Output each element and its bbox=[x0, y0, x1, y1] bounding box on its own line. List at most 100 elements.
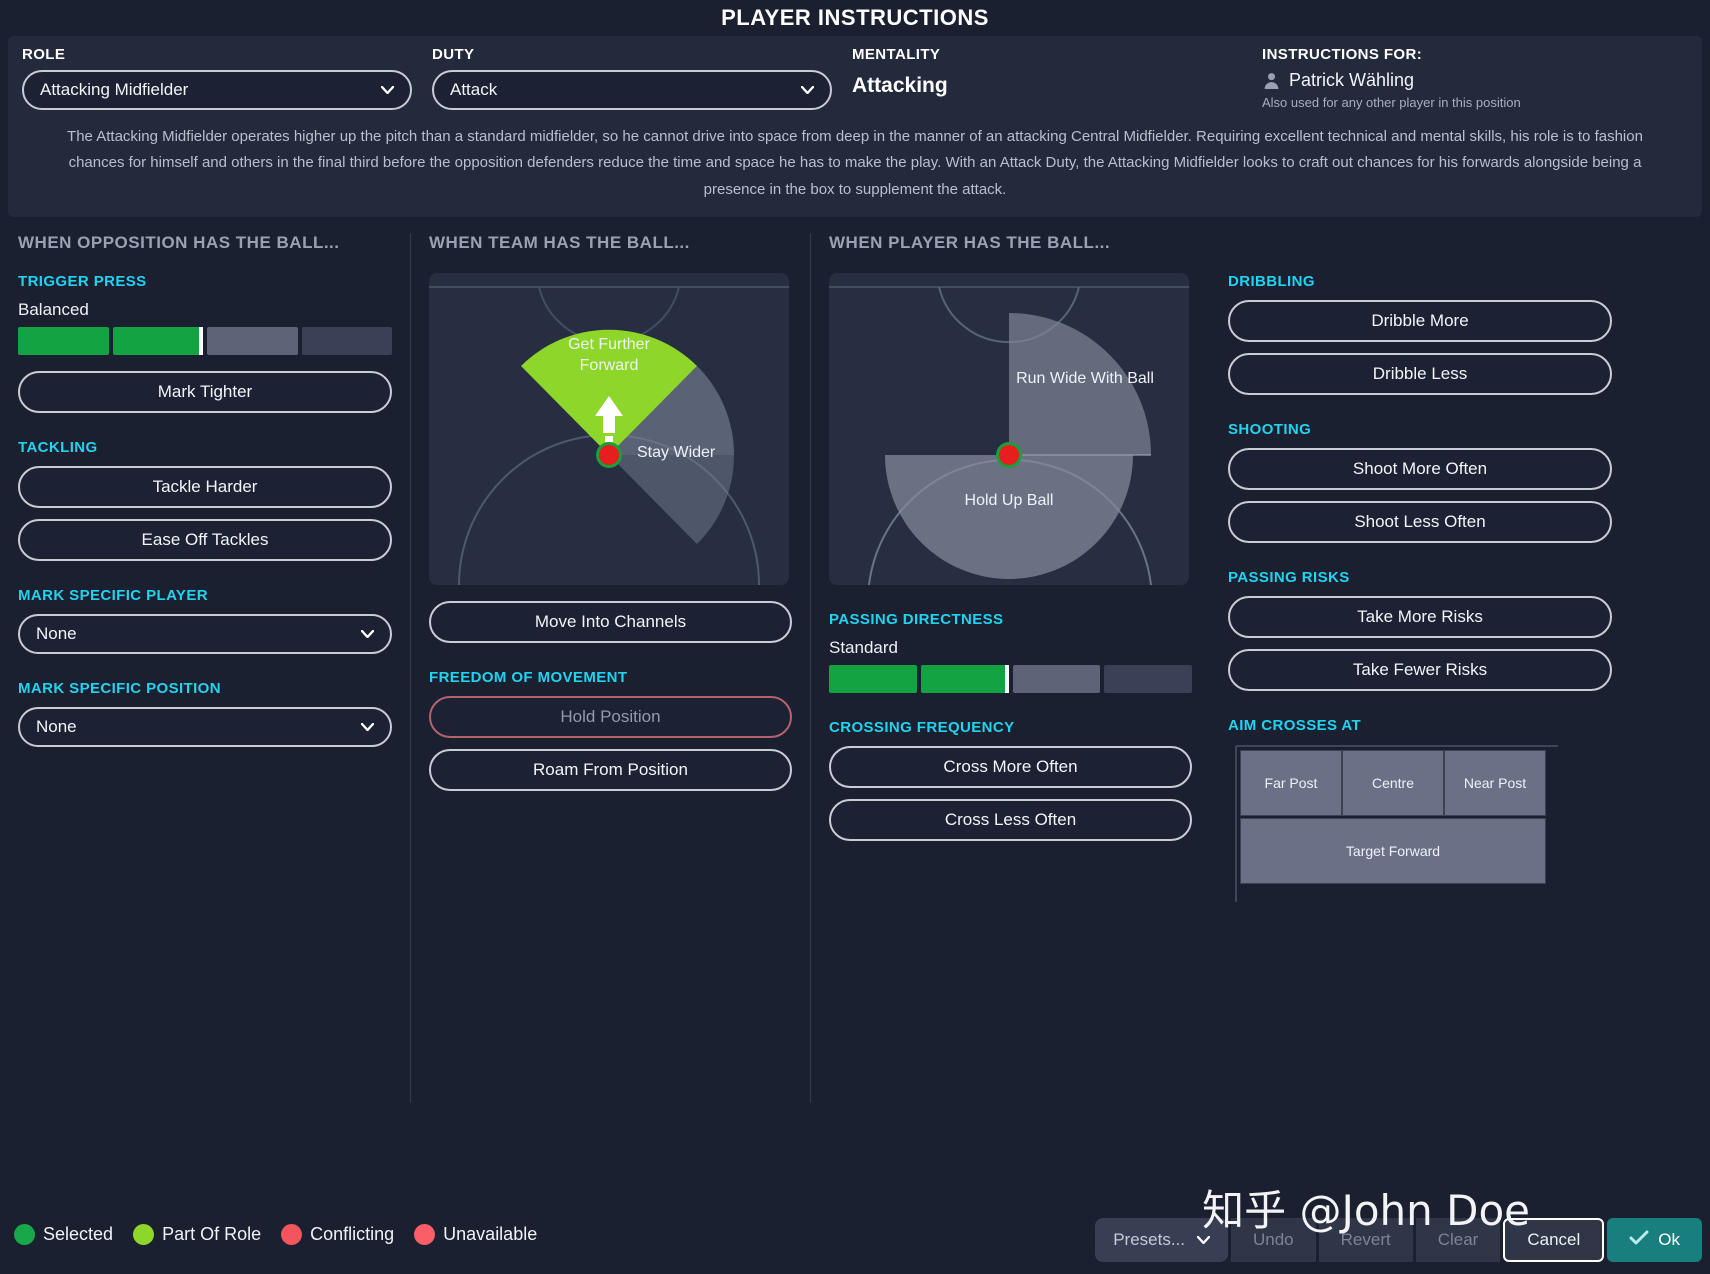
mark-specific-position-value: None bbox=[36, 716, 77, 736]
aim-crosses-goal-widget[interactable]: Far Post Centre Near Post Target Forward bbox=[1228, 744, 1558, 904]
mentality-field: MENTALITY Attacking bbox=[852, 46, 1242, 98]
legend-dot-selected bbox=[14, 1224, 35, 1245]
chevron-down-icon bbox=[1197, 1236, 1210, 1244]
ease-off-tackles-button[interactable]: Ease Off Tackles bbox=[18, 518, 392, 561]
crossing-frequency-label: CROSSING FREQUENCY bbox=[829, 718, 1015, 736]
slider-marker bbox=[1004, 664, 1009, 693]
check-icon bbox=[1629, 1230, 1649, 1251]
mark-specific-player-label: MARK SPECIFIC PLAYER bbox=[18, 586, 208, 604]
trigger-press-label: TRIGGER PRESS bbox=[18, 272, 147, 290]
duty-field: DUTY Attack bbox=[432, 46, 832, 110]
person-icon bbox=[1262, 71, 1281, 90]
column-heading-opposition: WHEN OPPOSITION HAS THE BALL... bbox=[18, 232, 340, 252]
mark-specific-position-dropdown[interactable]: None bbox=[18, 706, 392, 747]
shoot-more-often-button[interactable]: Shoot More Often bbox=[1228, 447, 1612, 490]
tackle-harder-button[interactable]: Tackle Harder bbox=[18, 465, 392, 508]
legend-label-part-of-role: Part Of Role bbox=[162, 1224, 262, 1244]
segment[interactable] bbox=[301, 326, 392, 355]
action-buttons: Presets... Undo Revert Clear Cancel Ok bbox=[1092, 1218, 1702, 1262]
chevron-down-icon bbox=[381, 86, 394, 94]
mentality-caption: MENTALITY bbox=[852, 46, 941, 63]
player-ball-pitch[interactable]: Run Wide With Ball Hold Up Ball bbox=[829, 272, 1189, 585]
segment[interactable] bbox=[829, 664, 917, 693]
segment[interactable] bbox=[112, 326, 203, 355]
role-description: The Attacking Midfielder operates higher… bbox=[67, 128, 1643, 198]
instructions-columns: WHEN OPPOSITION HAS THE BALL... TRIGGER … bbox=[0, 232, 1710, 1103]
legend-dot-part-of-role bbox=[133, 1224, 155, 1245]
dribble-less-button[interactable]: Dribble Less bbox=[1228, 352, 1612, 395]
legend-label-selected: Selected bbox=[43, 1224, 114, 1244]
goal-grid-top-row: Far Post Centre Near Post bbox=[1240, 749, 1546, 816]
footer-bar: Selected Part Of Role Conflicting Unavai… bbox=[0, 1186, 1710, 1274]
move-into-channels-button[interactable]: Move Into Channels bbox=[429, 600, 792, 643]
team-movement-pitch[interactable]: Get Further Forward Stay Wider bbox=[429, 272, 789, 585]
trigger-press-value: Balanced bbox=[18, 299, 89, 319]
page-title: PLAYER INSTRUCTIONS bbox=[721, 5, 989, 30]
undo-button[interactable]: Undo bbox=[1231, 1218, 1316, 1262]
column-heading-player: WHEN PLAYER HAS THE BALL... bbox=[829, 232, 1111, 252]
role-dropdown[interactable]: Attacking Midfielder bbox=[22, 70, 412, 110]
column-opposition: WHEN OPPOSITION HAS THE BALL... TRIGGER … bbox=[0, 233, 410, 1103]
passing-directness-value: Standard bbox=[829, 637, 898, 657]
slider-marker bbox=[199, 326, 203, 355]
passing-directness-label: PASSING DIRECTNESS bbox=[829, 610, 1004, 628]
legend-dot-unavailable bbox=[414, 1224, 436, 1245]
role-summary-panel: ROLE Attacking Midfielder DUTY Attack ME… bbox=[8, 36, 1702, 217]
ok-label: Ok bbox=[1658, 1230, 1680, 1249]
mark-tighter-button[interactable]: Mark Tighter bbox=[18, 370, 392, 413]
segment[interactable] bbox=[920, 664, 1009, 693]
segment[interactable] bbox=[1104, 664, 1192, 693]
column-team: WHEN TEAM HAS THE BALL... Get Further Fo… bbox=[410, 232, 810, 1103]
take-more-risks-button[interactable]: Take More Risks bbox=[1228, 595, 1612, 638]
player-row[interactable]: Patrick Wähling bbox=[1262, 70, 1668, 91]
player-name: Patrick Wähling bbox=[1289, 70, 1415, 90]
roam-from-position-button[interactable]: Roam From Position bbox=[429, 748, 792, 791]
shoot-less-often-button[interactable]: Shoot Less Often bbox=[1228, 500, 1612, 543]
cross-less-often-button[interactable]: Cross Less Often bbox=[829, 798, 1192, 841]
pitch-graphic bbox=[429, 285, 789, 585]
take-fewer-risks-button[interactable]: Take Fewer Risks bbox=[1228, 648, 1612, 691]
passing-risks-label: PASSING RISKS bbox=[1228, 568, 1350, 586]
legend-item-selected: Selected bbox=[14, 1224, 113, 1245]
cancel-button[interactable]: Cancel bbox=[1503, 1218, 1605, 1262]
aim-cross-cell-centre[interactable]: Centre bbox=[1342, 749, 1444, 816]
segment[interactable] bbox=[18, 326, 109, 355]
presets-button[interactable]: Presets... bbox=[1095, 1218, 1228, 1262]
column-attributes: DRIBBLING Dribble More Dribble Less SHOO… bbox=[1210, 233, 1630, 1103]
cross-more-often-button[interactable]: Cross More Often bbox=[829, 745, 1192, 788]
pitch-graphic bbox=[829, 285, 1189, 585]
duty-value: Attack bbox=[450, 80, 498, 99]
aim-cross-cell-near-post[interactable]: Near Post bbox=[1444, 749, 1546, 816]
legend-item-conflicting: Conflicting bbox=[281, 1224, 394, 1245]
instructions-for-caption: INSTRUCTIONS FOR: bbox=[1262, 46, 1423, 63]
hold-position-button[interactable]: Hold Position bbox=[429, 695, 792, 738]
chevron-down-icon bbox=[801, 86, 814, 94]
column-heading-team: WHEN TEAM HAS THE BALL... bbox=[429, 232, 690, 252]
column-player: WHEN PLAYER HAS THE BALL... Run Wide Wit… bbox=[810, 232, 1210, 1103]
legend-item-part-of-role: Part Of Role bbox=[133, 1224, 261, 1245]
trigger-press-slider[interactable] bbox=[18, 326, 392, 355]
ok-button[interactable]: Ok bbox=[1607, 1218, 1702, 1262]
dribble-more-button[interactable]: Dribble More bbox=[1228, 299, 1612, 342]
mark-specific-player-dropdown[interactable]: None bbox=[18, 613, 392, 654]
shooting-label: SHOOTING bbox=[1228, 420, 1312, 438]
revert-button[interactable]: Revert bbox=[1318, 1218, 1413, 1262]
legend-label-unavailable: Unavailable bbox=[443, 1224, 538, 1244]
clear-button[interactable]: Clear bbox=[1415, 1218, 1501, 1262]
duty-dropdown[interactable]: Attack bbox=[432, 70, 832, 110]
segment[interactable] bbox=[1012, 664, 1101, 693]
dribbling-label: DRIBBLING bbox=[1228, 272, 1315, 290]
aim-cross-cell-target-forward[interactable]: Target Forward bbox=[1240, 817, 1546, 884]
legend: Selected Part Of Role Conflicting Unavai… bbox=[14, 1224, 548, 1245]
aim-cross-cell-far-post[interactable]: Far Post bbox=[1240, 749, 1342, 816]
legend-label-conflicting: Conflicting bbox=[310, 1224, 395, 1244]
instructions-note: Also used for any other player in this p… bbox=[1262, 95, 1521, 110]
segment[interactable] bbox=[207, 326, 298, 355]
player-instructions-screen: PLAYER INSTRUCTIONS ROLE Attacking Midfi… bbox=[0, 0, 1710, 1274]
passing-directness-slider[interactable] bbox=[829, 664, 1192, 693]
mark-specific-player-value: None bbox=[36, 623, 77, 643]
role-caption: ROLE bbox=[22, 46, 66, 63]
chevron-down-icon bbox=[361, 629, 374, 638]
goal-grid-bottom-row: Target Forward bbox=[1240, 817, 1546, 884]
tackling-label: TACKLING bbox=[18, 438, 98, 456]
